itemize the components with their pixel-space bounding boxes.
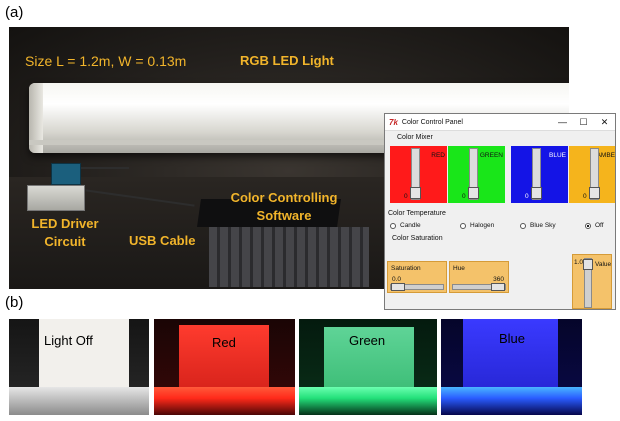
radio-halogen-indicator[interactable]: [460, 222, 466, 229]
paper-light-off: [39, 319, 129, 387]
tile-label-green: Green: [349, 333, 386, 348]
saturation-control: Saturation 0.0: [387, 261, 447, 293]
window-title: Color Control Panel: [401, 118, 463, 126]
bar-green: [299, 387, 437, 415]
saturation-slider-thumb[interactable]: [391, 283, 405, 291]
hue-slider[interactable]: [452, 283, 506, 291]
amber-slider[interactable]: [589, 148, 600, 200]
radio-candle[interactable]: Candle: [390, 222, 421, 229]
red-slider[interactable]: [410, 148, 421, 200]
laptop-keyboard: [209, 227, 369, 287]
green-slider-thumb[interactable]: [468, 187, 479, 199]
title-bar: 7k Color Control Panel — ☐ ✕: [385, 114, 615, 131]
color-saturation-label: Color Saturation: [392, 235, 443, 242]
radio-off-indicator[interactable]: [585, 222, 591, 229]
radio-candle-indicator[interactable]: [390, 222, 396, 229]
tile-light-off: Light Off: [9, 319, 149, 415]
red-value: 0: [404, 193, 408, 200]
figure-label-b: (b): [5, 294, 24, 311]
tile-label-blue: Blue: [499, 331, 526, 346]
driver-annotation: LED Driver Circuit: [31, 216, 99, 249]
value-number: 1.0: [574, 259, 584, 266]
value-slider-thumb[interactable]: [583, 259, 593, 270]
paper-blue: [463, 319, 558, 387]
radio-blue-sky[interactable]: Blue Sky: [520, 222, 556, 229]
hue-control: Hue 360: [449, 261, 509, 293]
close-button[interactable]: ✕: [594, 117, 615, 128]
bar-red: [154, 387, 295, 415]
radio-halogen-label: Halogen: [470, 222, 495, 229]
hue-slider-thumb[interactable]: [491, 283, 505, 291]
amber-value: 0: [583, 193, 587, 200]
size-annotation: Size L = 1.2m, W = 0.13m: [25, 53, 187, 69]
radio-halogen[interactable]: Halogen: [460, 222, 494, 229]
saturation-label: Saturation: [391, 265, 421, 272]
radio-candle-label: Candle: [400, 222, 421, 229]
radio-blue-sky-label: Blue Sky: [530, 222, 556, 229]
maximize-button[interactable]: ☐: [573, 117, 594, 128]
blue-slider[interactable]: [531, 148, 542, 200]
radio-off[interactable]: Off: [585, 222, 604, 229]
saturation-slider[interactable]: [390, 283, 444, 291]
driver-board: [51, 163, 81, 185]
mixer-red: RED 0: [390, 146, 447, 203]
tk-app-icon: 7k: [389, 117, 398, 127]
mixer-red-label: RED: [431, 152, 445, 159]
bar-light-off: [9, 387, 149, 415]
mixer-amber-label: AMBE: [596, 152, 615, 159]
hue-label: Hue: [453, 265, 465, 272]
minimize-button[interactable]: —: [552, 117, 573, 128]
hue-value: 360: [493, 276, 504, 283]
mixer-amber: AMBE 0: [569, 146, 615, 203]
usb-annotation: USB Cable: [129, 233, 196, 248]
blue-slider-thumb[interactable]: [531, 187, 542, 199]
mixer-blue-label: BLUE: [549, 152, 566, 159]
amber-slider-thumb[interactable]: [589, 187, 600, 199]
tile-green: Green: [299, 319, 437, 415]
saturation-value: 0.0: [392, 276, 402, 283]
color-temperature-label: Color Temperature: [388, 210, 446, 217]
green-slider[interactable]: [468, 148, 479, 200]
software-annotation: Color Controlling Software: [230, 190, 338, 223]
tile-label-red: Red: [212, 335, 236, 350]
figure-label-a: (a): [5, 4, 24, 21]
value-control: 1.0 Value: [572, 254, 612, 309]
color-control-panel-window: 7k Color Control Panel — ☐ ✕ Color Mixer…: [384, 113, 616, 310]
red-slider-thumb[interactable]: [410, 187, 421, 199]
tile-label-light-off: Light Off: [44, 333, 93, 348]
power-supply-box: [27, 185, 85, 211]
mixer-green: GREEN 0: [448, 146, 505, 203]
color-mixer-label: Color Mixer: [397, 134, 433, 141]
radio-off-label: Off: [595, 222, 604, 229]
green-value: 0: [462, 193, 466, 200]
tile-red: Red: [154, 319, 295, 415]
tile-blue: Blue: [441, 319, 582, 415]
led-light-title: RGB LED Light: [240, 53, 334, 68]
radio-blue-sky-indicator[interactable]: [520, 222, 526, 229]
value-label: Value: [595, 261, 612, 268]
value-slider[interactable]: [583, 258, 593, 308]
blue-value: 0: [525, 193, 529, 200]
mixer-green-label: GREEN: [479, 152, 503, 159]
bar-blue: [441, 387, 582, 415]
mixer-blue: BLUE 0: [511, 146, 568, 203]
